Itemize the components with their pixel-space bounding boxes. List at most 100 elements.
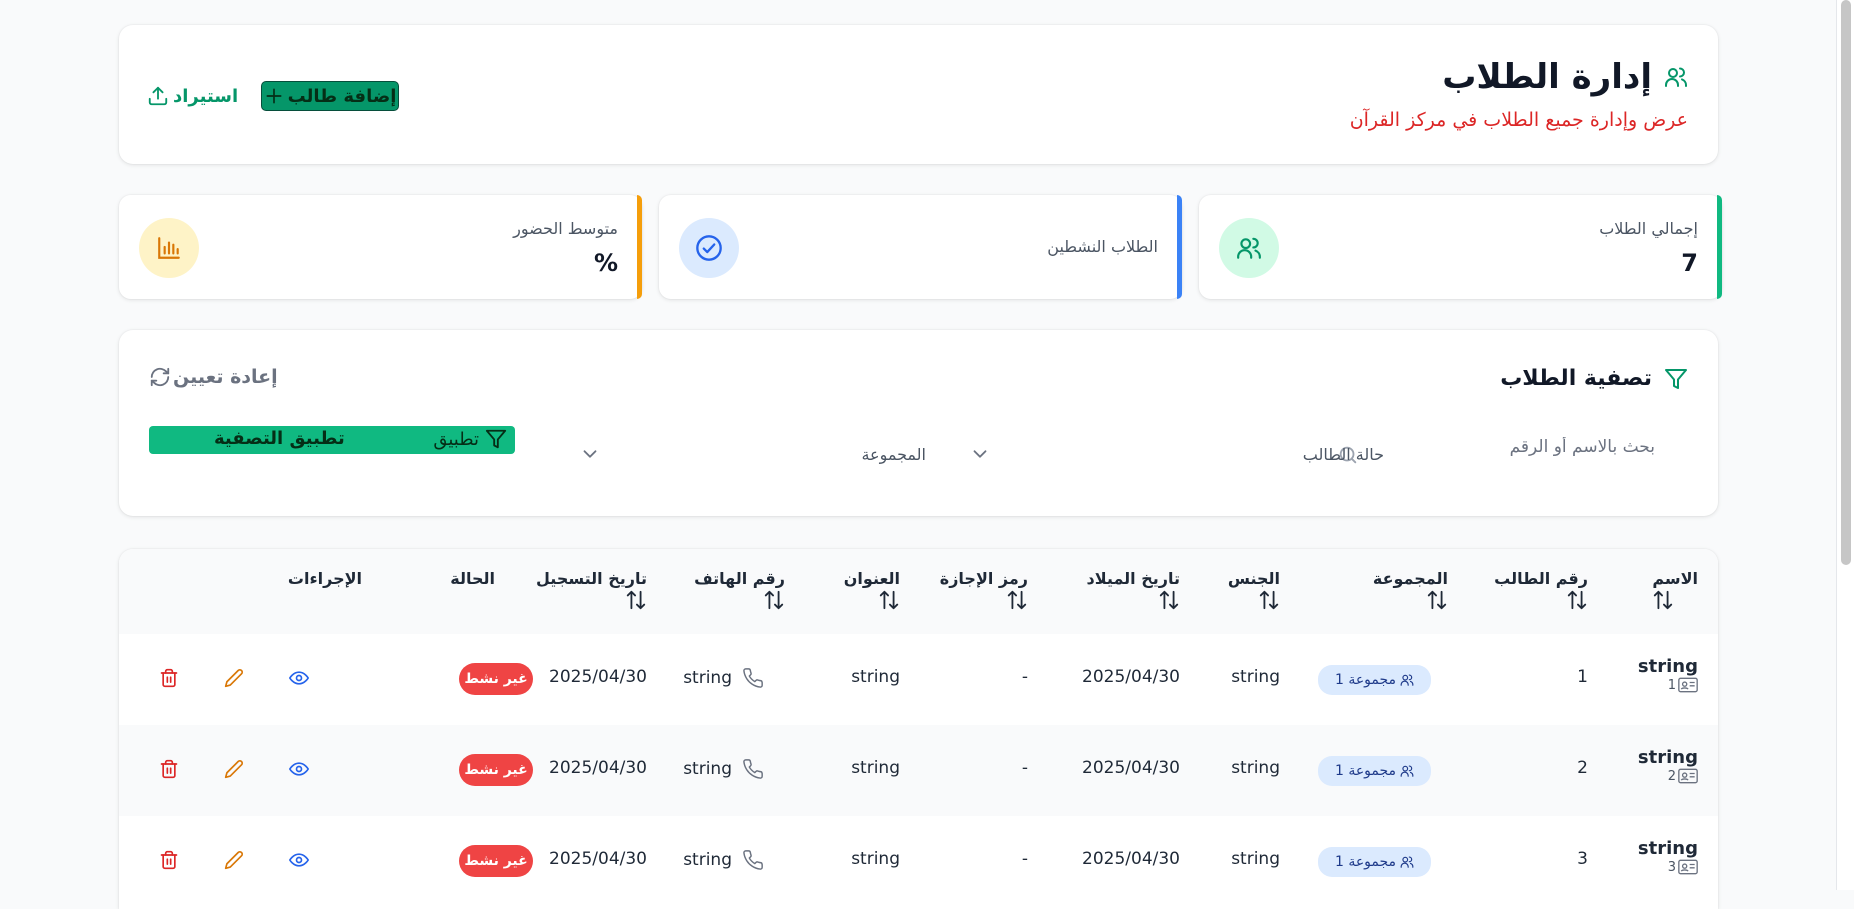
stat-accent-bar [1177, 195, 1182, 299]
column-header-license[interactable]: رمز الإجازة [940, 569, 1028, 611]
trash-icon [159, 850, 179, 870]
student-id: 3 [1577, 849, 1588, 869]
eye-icon [289, 850, 309, 870]
student-subid-value: 3 [1667, 859, 1676, 875]
apply-filter-button[interactable]: تطبيق التصفية تطبيق [149, 426, 515, 454]
students-table: الاسم رقم الطالب المجموعة الجنس تاريخ ال… [119, 549, 1718, 909]
sort-icon[interactable] [694, 589, 785, 611]
reg-date: 2025/04/30 [549, 667, 647, 687]
column-header-gender[interactable]: الجنس [1228, 569, 1280, 611]
eye-icon [289, 668, 309, 688]
upload-icon [147, 85, 169, 107]
table-row[interactable]: string 1 1 مجموعة 1 string 2025/04/30 - … [119, 634, 1718, 725]
student-name: string [1637, 656, 1698, 677]
status-badge: غير نشط [459, 663, 533, 695]
filter-icon [1664, 367, 1688, 391]
reg-date: 2025/04/30 [549, 758, 647, 778]
phone-cell: string [683, 758, 764, 780]
status-badge: غير نشط [459, 754, 533, 786]
users-icon [1400, 673, 1414, 687]
status-badge: غير نشط [459, 845, 533, 877]
column-label: رقم الطالب [1494, 569, 1588, 588]
student-name-cell: string 2 [1638, 747, 1698, 784]
table-row[interactable]: string 2 2 مجموعة 1 string 2025/04/30 - … [119, 725, 1718, 816]
column-header-dob[interactable]: تاريخ الميلاد [1087, 569, 1180, 611]
sort-icon[interactable] [844, 589, 900, 611]
license-code: - [1021, 849, 1028, 869]
student-name-cell: string 1 [1638, 656, 1698, 693]
student-id: 2 [1577, 758, 1588, 778]
view-button[interactable] [289, 759, 309, 779]
group-select[interactable]: المجموعة [559, 434, 926, 474]
stat-card-total: إجمالي الطلاب 7 [1199, 195, 1722, 299]
dob: 2025/04/30 [1082, 758, 1180, 778]
stat-accent-bar [1717, 195, 1722, 299]
edit-button[interactable] [224, 759, 244, 779]
table-header: الاسم رقم الطالب المجموعة الجنس تاريخ ال… [119, 549, 1718, 634]
import-button[interactable]: استيراد [147, 81, 238, 111]
apply-short-group: تطبيق [433, 428, 507, 450]
column-header-reg-date[interactable]: تاريخ التسجيل [536, 569, 647, 611]
page-scrollbar[interactable] [1836, 0, 1854, 890]
import-label: استيراد [173, 85, 239, 107]
delete-button[interactable] [159, 850, 179, 870]
delete-button[interactable] [159, 668, 179, 688]
edit-button[interactable] [224, 668, 244, 688]
sort-icon[interactable] [940, 589, 1028, 611]
stat-value: % [593, 249, 618, 277]
status-select[interactable]: حالة الطالب [949, 434, 1389, 474]
group-badge-label: مجموعة 1 [1334, 672, 1397, 688]
chevron-down-icon [579, 443, 601, 465]
column-label: الحالة [450, 569, 495, 588]
chevron-down-icon [969, 443, 991, 465]
column-header-id[interactable]: رقم الطالب [1494, 569, 1588, 611]
add-student-button[interactable]: إضافة طالب [261, 81, 399, 111]
student-subid-value: 1 [1667, 677, 1676, 693]
student-subid-value: 2 [1667, 768, 1676, 784]
page-title: إدارة الطلاب [1442, 57, 1688, 97]
column-label: تاريخ التسجيل [536, 569, 647, 588]
stat-label: متوسط الحضور [513, 219, 618, 238]
phone: string [683, 850, 732, 870]
delete-button[interactable] [159, 759, 179, 779]
users-icon [1400, 764, 1414, 778]
id-card-icon [1678, 768, 1698, 784]
users-icon [1400, 855, 1414, 869]
phone-icon [742, 667, 764, 689]
sort-icon[interactable] [1373, 589, 1448, 611]
column-label: العنوان [843, 569, 900, 588]
address: string [851, 667, 900, 687]
id-card-icon [1678, 859, 1698, 875]
column-header-phone[interactable]: رقم الهاتف [694, 569, 785, 611]
edit-button[interactable] [224, 850, 244, 870]
table-row[interactable]: string 3 3 مجموعة 1 string 2025/04/30 - … [119, 816, 1718, 907]
column-label: الجنس [1227, 569, 1280, 588]
column-header-name[interactable]: الاسم [1652, 569, 1698, 611]
gender: string [1231, 758, 1280, 778]
refresh-icon [149, 366, 171, 388]
sort-icon[interactable] [1228, 589, 1280, 611]
column-label: الاسم [1652, 569, 1698, 588]
phone: string [683, 668, 732, 688]
sort-icon[interactable] [1494, 589, 1588, 611]
phone-icon [742, 849, 764, 871]
column-header-actions: الإجراءات [288, 569, 362, 588]
view-button[interactable] [289, 850, 309, 870]
group-select-value: المجموعة [861, 444, 926, 464]
column-header-group[interactable]: المجموعة [1373, 569, 1448, 611]
group-badge: مجموعة 1 [1318, 665, 1431, 695]
view-button[interactable] [289, 668, 309, 688]
license-code: - [1021, 667, 1028, 687]
stat-value: 7 [1681, 249, 1698, 277]
column-label: رمز الإجازة [939, 569, 1028, 588]
column-header-address[interactable]: العنوان [844, 569, 900, 611]
sort-icon[interactable] [536, 589, 647, 611]
reset-button[interactable]: إعادة تعيين [149, 366, 278, 388]
stat-card-active: الطلاب النشطين [659, 195, 1182, 299]
scrollbar-thumb[interactable] [1841, 0, 1851, 565]
sort-icon[interactable] [1652, 589, 1698, 611]
student-name: string [1637, 838, 1698, 859]
reset-label: إعادة تعيين [173, 366, 278, 388]
license-code: - [1021, 758, 1028, 778]
sort-icon[interactable] [1087, 589, 1180, 611]
